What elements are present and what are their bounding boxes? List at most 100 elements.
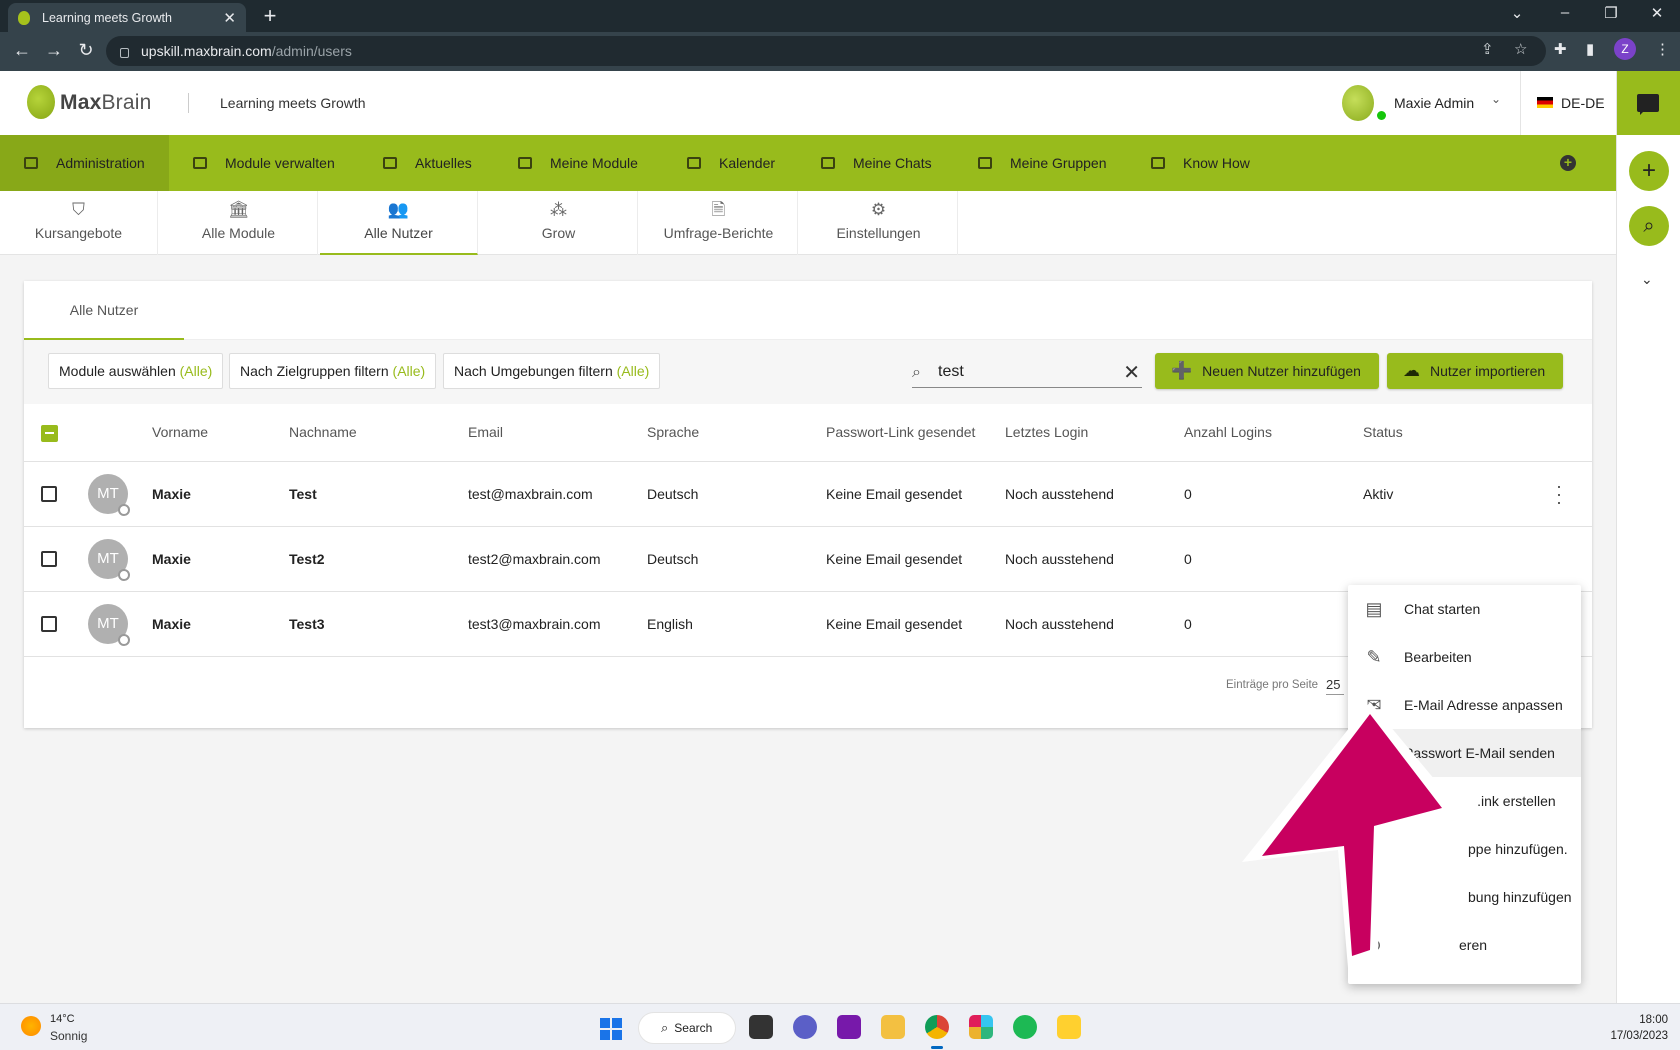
column-header[interactable]: Nachname	[289, 424, 357, 440]
quick-add-button[interactable]: +	[1629, 151, 1669, 191]
menu-item-deaktivieren[interactable]: ⊖ eren	[1348, 921, 1581, 969]
bookmark-star-icon[interactable]: ☆	[1514, 40, 1527, 58]
system-clock[interactable]: 18:00 17/03/2023	[1610, 1012, 1668, 1044]
tab-label: Grow	[541, 225, 576, 241]
column-header[interactable]: Anzahl Logins	[1184, 424, 1272, 440]
tab-kursangebote[interactable]: ⛉ Kursangebote	[0, 191, 158, 255]
column-header[interactable]: Letztes Login	[1005, 424, 1088, 440]
browser-tabstrip: Learning meets Growth ✕ + ⌄ – ❐ ✕	[0, 0, 1680, 32]
module-filter-button[interactable]: Module auswählen (Alle)	[48, 353, 224, 389]
row-checkbox[interactable]	[41, 551, 57, 567]
onenote-icon[interactable]	[837, 1015, 861, 1039]
tab-search-chevron-icon[interactable]: ⌄	[1502, 4, 1532, 22]
menu-item-gruppe-hinzufuegen[interactable]: ppe hinzufügen.	[1348, 825, 1581, 873]
nav-aktuelles[interactable]: Aktuelles	[359, 135, 472, 191]
chevron-down-icon[interactable]: ⌄	[1641, 271, 1653, 288]
tab-alle-module[interactable]: 🏛 Alle Module	[160, 191, 318, 255]
miro-icon[interactable]	[1057, 1015, 1081, 1039]
file-explorer-icon[interactable]	[881, 1015, 905, 1039]
card-tab-alle-nutzer[interactable]: Alle Nutzer	[24, 281, 184, 340]
profile-avatar[interactable]: Z	[1614, 38, 1636, 60]
tab-alle-nutzer[interactable]: 👥 Alle Nutzer	[320, 191, 478, 255]
chrome-icon[interactable]	[925, 1015, 949, 1039]
sun-weather-icon[interactable]	[21, 1016, 41, 1036]
chevron-down-icon[interactable]: ⌄	[1491, 92, 1501, 106]
menu-item-bearbeiten[interactable]: ✎ Bearbeiten	[1348, 633, 1581, 681]
per-page-select[interactable]: 25	[1326, 677, 1345, 695]
user-menu[interactable]: Maxie Admin	[1394, 95, 1474, 111]
row-checkbox[interactable]	[41, 486, 57, 502]
table-row[interactable]: MT Maxie Test test@maxbrain.com Deutsch …	[24, 462, 1592, 527]
chat-panel-button[interactable]	[1617, 71, 1680, 135]
tab-umfrage-berichte[interactable]: 🗎 Umfrage-Berichte	[640, 191, 798, 255]
nav-meine-gruppen[interactable]: Meine Gruppen	[954, 135, 1107, 191]
taskbar-search[interactable]: ⌕ Search	[638, 1012, 736, 1044]
cell-status: Aktiv	[1363, 486, 1394, 502]
task-view-icon[interactable]	[749, 1015, 773, 1039]
clear-search-icon[interactable]: ✕	[1123, 360, 1140, 385]
news-icon	[383, 157, 397, 169]
maxbrain-logo-icon[interactable]	[27, 85, 55, 119]
user-avatar[interactable]	[1342, 85, 1374, 121]
teams-chat-icon[interactable]	[793, 1015, 817, 1039]
weather-temperature: 14°C	[50, 1013, 75, 1025]
add-user-button[interactable]: ➕ Neuen Nutzer hinzufügen	[1155, 353, 1379, 389]
row-actions-kebab-icon[interactable]: · · ·	[1554, 477, 1564, 511]
tab-grow[interactable]: ⁂ Grow	[480, 191, 638, 255]
restore-button[interactable]: ❐	[1596, 4, 1626, 22]
address-bar[interactable]: upskill.maxbrain.com/admin/users	[106, 36, 1546, 66]
share-icon[interactable]: ⇪	[1481, 40, 1494, 58]
browser-menu-icon[interactable]: ⋮	[1655, 40, 1670, 58]
side-panel-icon[interactable]: ▮	[1586, 40, 1594, 58]
import-users-button[interactable]: ☁ Nutzer importieren	[1387, 353, 1564, 389]
nav-administration[interactable]: Administration	[0, 135, 169, 191]
cell-language: English	[647, 616, 693, 632]
target-group-filter-button[interactable]: Nach Zielgruppen filtern (Alle)	[229, 353, 437, 389]
global-search-button[interactable]: ⌕	[1629, 206, 1669, 246]
slack-icon[interactable]	[969, 1015, 993, 1039]
environment-filter-button[interactable]: Nach Umgebungen filtern (Alle)	[443, 353, 661, 389]
minimize-button[interactable]: –	[1550, 4, 1580, 21]
column-header[interactable]: Vorname	[152, 424, 208, 440]
back-button[interactable]: ←	[10, 40, 34, 61]
nav-add-icon[interactable]: +	[1560, 155, 1576, 171]
language-selector[interactable]: DE-DE	[1561, 95, 1605, 111]
active-app-indicator	[931, 1046, 943, 1049]
extensions-puzzle-icon[interactable]: ✚	[1554, 40, 1567, 58]
menu-item-passwort-email-senden[interactable]: ⟳ Passwort E-Mail senden	[1348, 729, 1581, 777]
column-header[interactable]: Passwort-Link gesendet	[826, 424, 975, 440]
menu-item-chat-starten[interactable]: ▤ Chat starten	[1348, 585, 1581, 633]
nav-module-verwalten[interactable]: Module verwalten	[169, 135, 335, 191]
cell-password-link: Keine Email gesendet	[826, 616, 963, 632]
search-input[interactable]	[938, 360, 1108, 384]
tab-einstellungen[interactable]: ⚙ Einstellungen	[800, 191, 958, 255]
forward-button[interactable]: →	[42, 40, 66, 61]
row-checkbox[interactable]	[41, 616, 57, 632]
nav-meine-chats[interactable]: Meine Chats	[797, 135, 932, 191]
offline-status-dot	[118, 569, 130, 581]
tab-label: Kursangebote	[34, 225, 123, 241]
windows-start-icon[interactable]	[600, 1018, 622, 1040]
column-header[interactable]: Status	[1363, 424, 1403, 440]
column-header[interactable]: Email	[468, 424, 503, 440]
new-tab-button[interactable]: +	[258, 5, 282, 29]
nav-meine-module[interactable]: Meine Module	[494, 135, 638, 191]
menu-item-link-erstellen[interactable]: ⎘ Pa .ink erstellen	[1348, 777, 1581, 825]
select-all-checkbox[interactable]	[41, 425, 58, 442]
nav-kalender[interactable]: Kalender	[663, 135, 775, 191]
header-divider	[188, 93, 189, 113]
filter-label: Nach Umgebungen filtern	[454, 363, 613, 379]
close-tab-icon[interactable]: ✕	[223, 9, 236, 27]
reload-button[interactable]: ↻	[74, 40, 98, 61]
nav-know-how[interactable]: Know How	[1127, 135, 1250, 191]
menu-label-tail: .ink erstellen	[1477, 793, 1556, 809]
spotify-icon[interactable]	[1013, 1015, 1037, 1039]
nav-label: Know How	[1183, 155, 1250, 171]
column-header[interactable]: Sprache	[647, 424, 699, 440]
search-icon: ⌕	[661, 1020, 669, 1035]
close-window-button[interactable]: ✕	[1642, 4, 1672, 22]
menu-item-umgebung-hinzufuegen[interactable]: bung hinzufügen	[1348, 873, 1581, 921]
menu-item-email-anpassen[interactable]: ✉ E-Mail Adresse anpassen	[1348, 681, 1581, 729]
browser-tab[interactable]: Learning meets Growth ✕	[8, 3, 246, 32]
table-row[interactable]: MT Maxie Test2 test2@maxbrain.com Deutsc…	[24, 527, 1592, 592]
